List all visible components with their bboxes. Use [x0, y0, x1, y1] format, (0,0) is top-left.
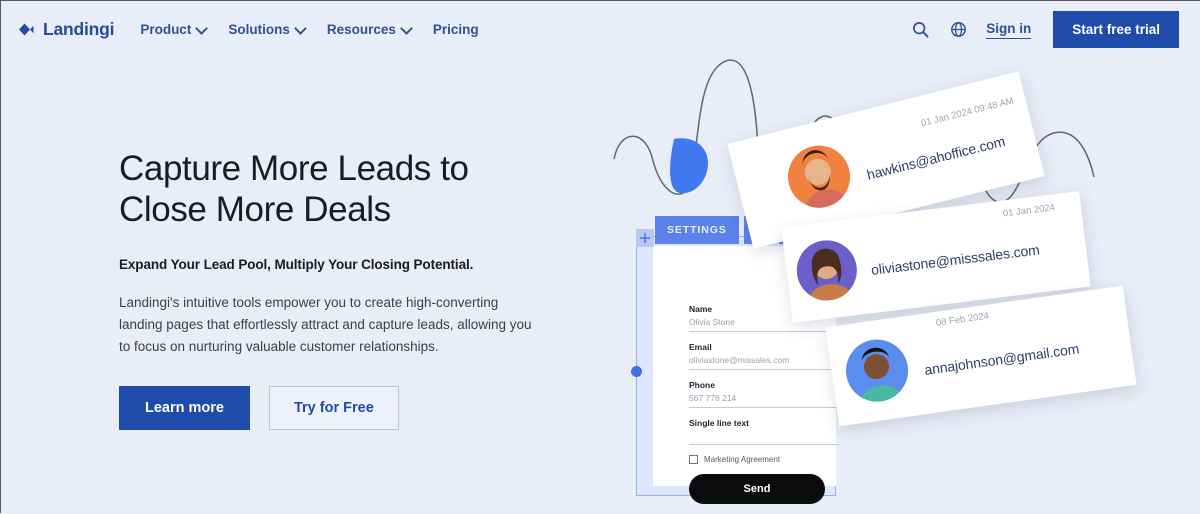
try-for-free-button[interactable]: Try for Free [269, 386, 399, 430]
chevron-down-icon [402, 24, 411, 33]
hero-cta-group: Learn more Try for Free [119, 386, 579, 430]
field-value[interactable]: 567 778 214 [689, 393, 839, 408]
lead-email: oliviastone@misssales.com [870, 241, 1040, 278]
search-icon[interactable] [910, 20, 930, 40]
nav-label: Pricing [433, 22, 479, 37]
landingi-diamond-icon [17, 20, 36, 39]
marketing-agreement-checkbox[interactable]: Marketing Agreement [689, 455, 839, 464]
checkbox-box-icon [689, 455, 698, 464]
field-value-empty[interactable] [689, 431, 839, 445]
nav-label: Solutions [228, 22, 290, 37]
hero-content: Capture More Leads to Close More Deals E… [119, 149, 579, 430]
hero-illustration: Name Olivia Stone Email oliviastone@miss… [596, 41, 1200, 514]
checkbox-label: Marketing Agreement [704, 455, 780, 464]
signin-link[interactable]: Sign in [986, 21, 1031, 39]
landing-page: Landingi Product Solutions Resources Pri… [1, 1, 1200, 514]
avatar-anna-johnson [842, 336, 912, 406]
form-field-email: Email oliviastone@missales.com [689, 342, 839, 370]
lead-timestamp: 08 Feb 2024 [935, 311, 989, 329]
main-navigation: Product Solutions Resources Pricing [140, 22, 478, 37]
globe-icon[interactable] [948, 20, 968, 40]
lead-email: annajohnson@gmail.com [923, 340, 1080, 378]
avatar-olivia-stone [793, 237, 860, 304]
send-button[interactable]: Send [689, 474, 825, 504]
hero-subtitle: Expand Your Lead Pool, Multiply Your Clo… [119, 257, 579, 272]
page-title: Capture More Leads to Close More Deals [119, 149, 579, 230]
field-value[interactable]: oliviastone@missales.com [689, 355, 839, 370]
form-field-single-line-text: Single line text [689, 418, 839, 445]
field-label: Single line text [689, 418, 839, 428]
hero-title-line-2: Close More Deals [119, 190, 391, 229]
avatar-hawkins [781, 139, 856, 214]
lead-timestamp: 01 Jan 2024 [1002, 202, 1055, 219]
nav-label: Resources [327, 22, 396, 37]
nav-label: Product [140, 22, 191, 37]
hero-title-line-1: Capture More Leads to [119, 149, 469, 188]
brand-logo[interactable]: Landingi [17, 19, 114, 40]
site-header: Landingi Product Solutions Resources Pri… [1, 1, 1200, 58]
lead-timestamp: 01 Jan 2024 09:48 AM [920, 96, 1015, 130]
resize-handle-dot[interactable] [631, 366, 642, 377]
brand-name: Landingi [43, 19, 114, 40]
form-field-phone: Phone 567 778 214 [689, 380, 839, 408]
nav-item-solutions[interactable]: Solutions [228, 22, 305, 37]
start-free-trial-button[interactable]: Start free trial [1053, 11, 1179, 48]
nav-item-pricing[interactable]: Pricing [433, 22, 479, 37]
chevron-down-icon [296, 24, 305, 33]
form-fields: Name Olivia Stone Email oliviastone@miss… [689, 304, 839, 504]
learn-more-button[interactable]: Learn more [119, 386, 250, 430]
lead-email: hawkins@ahoffice.com [865, 133, 1007, 183]
nav-item-product[interactable]: Product [140, 22, 206, 37]
header-actions: Sign in Start free trial [910, 11, 1179, 48]
move-handle-icon[interactable] [636, 229, 654, 247]
hero-description: Landingi's intuitive tools empower you t… [119, 292, 539, 358]
nav-item-resources[interactable]: Resources [327, 22, 411, 37]
field-label: Phone [689, 380, 839, 390]
settings-button[interactable]: SETTINGS [655, 216, 739, 244]
chevron-down-icon [197, 24, 206, 33]
field-label: Email [689, 342, 839, 352]
